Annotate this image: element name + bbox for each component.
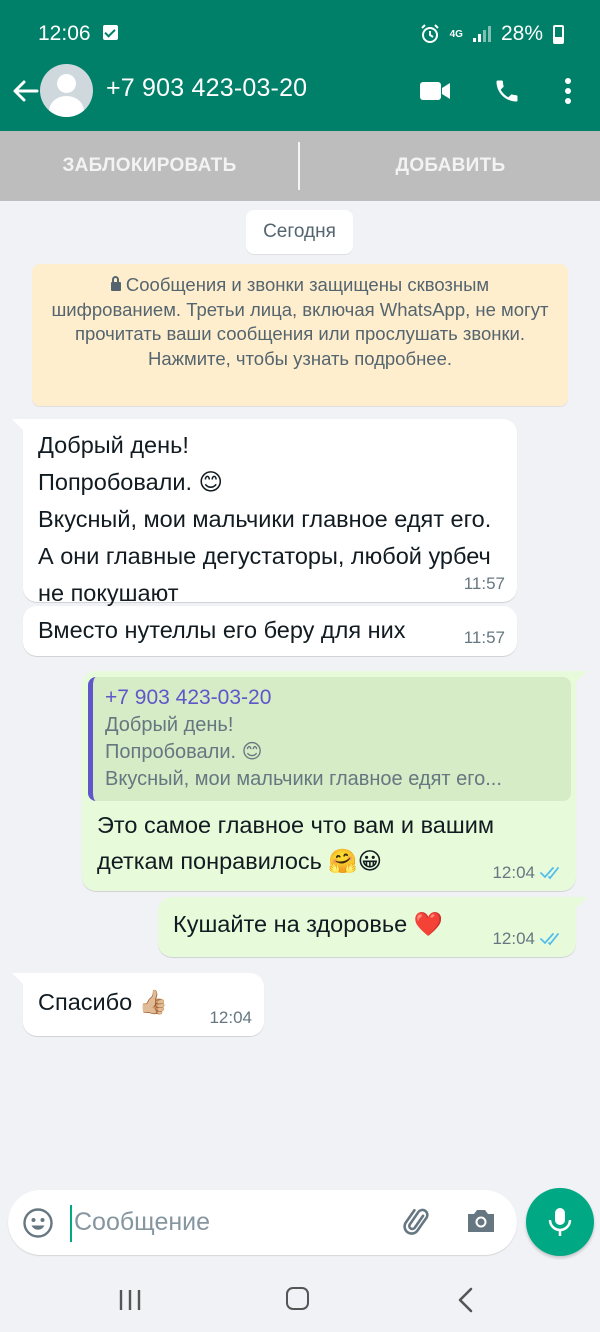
back-arrow-icon[interactable] (10, 76, 40, 106)
message-composer (8, 1190, 517, 1255)
message-time: 12:04 (209, 1008, 252, 1027)
text-cursor (70, 1205, 72, 1242)
message-text: Кушайте на здоровье ❤️ (173, 911, 443, 937)
nav-back-icon[interactable] (456, 1287, 476, 1313)
camera-icon[interactable] (465, 1206, 497, 1236)
chat-area[interactable]: Сегодня Сообщения и звонки защищены скво… (0, 201, 600, 1260)
block-button[interactable]: ЗАБЛОКИРОВАТЬ (0, 131, 299, 201)
encryption-notice-text: Сообщения и звонки защищены сквозным шиф… (51, 274, 549, 369)
add-contact-button[interactable]: ДОБАВИТЬ (301, 131, 600, 201)
recent-apps-icon[interactable] (118, 1288, 142, 1312)
quoted-message[interactable]: +7 903 423-03-20 Добрый день! Попробовал… (88, 677, 571, 801)
video-call-icon[interactable] (419, 79, 451, 103)
message-time: 11:57 (463, 628, 505, 647)
battery-icon (553, 24, 564, 44)
message-meta: 12:04 (492, 929, 564, 949)
header: 12:06 4G 28% +7 903 423-03-20 (0, 0, 600, 131)
message-incoming[interactable]: Вместо нутеллы его беру для них 11:57 (23, 606, 517, 656)
system-nav-bar (0, 1260, 600, 1332)
read-ticks-icon (540, 867, 559, 880)
message-text: Вместо нутеллы его беру для них (38, 617, 406, 643)
encryption-notice[interactable]: Сообщения и звонки защищены сквозным шиф… (32, 264, 568, 406)
message-meta: 11:57 (464, 574, 505, 594)
message-text: Добрый день! Попробовали. 😊 Вкусный, мои… (38, 432, 492, 606)
home-icon[interactable] (286, 1287, 309, 1310)
quote-author: +7 903 423-03-20 (105, 686, 272, 709)
notification-icon (103, 25, 118, 40)
avatar-icon[interactable] (40, 64, 93, 117)
contact-name[interactable]: +7 903 423-03-20 (106, 74, 307, 103)
message-meta: 12:04 (492, 863, 564, 883)
unknown-contact-actions: ЗАБЛОКИРОВАТЬ ДОБАВИТЬ (0, 131, 600, 201)
battery-percent: 28% (500, 22, 543, 45)
mic-button[interactable] (526, 1188, 594, 1256)
signal-icon (472, 26, 491, 42)
message-meta: 12:04 (209, 1008, 252, 1028)
message-input[interactable] (74, 1200, 374, 1245)
status-time: 12:06 (38, 22, 91, 45)
message-incoming[interactable]: Добрый день! Попробовали. 😊 Вкусный, мои… (12, 419, 517, 606)
divider (298, 142, 300, 190)
date-separator: Сегодня (246, 210, 353, 254)
message-text: Спасибо 👍🏼 (38, 989, 168, 1015)
message-time: 12:04 (492, 929, 535, 948)
mic-icon (548, 1208, 572, 1236)
status-bar: 12:06 4G 28% (0, 0, 600, 62)
phone-icon[interactable] (493, 77, 521, 105)
attach-icon[interactable] (400, 1205, 434, 1239)
message-incoming[interactable]: Спасибо 👍🏼 12:04 (12, 973, 264, 1036)
more-icon[interactable] (556, 76, 580, 106)
alarm-icon (420, 24, 439, 43)
message-meta: 11:57 (464, 628, 505, 648)
status-icons: 4G 28% (420, 22, 564, 46)
app-bar: +7 903 423-03-20 (0, 62, 600, 131)
message-outgoing[interactable]: Кушайте на здоровье ❤️ 12:04 (158, 897, 587, 957)
message-time: 12:04 (492, 863, 535, 882)
emoji-icon[interactable] (22, 1207, 54, 1239)
quote-text: Добрый день! Попробовали. 😊 Вкусный, мои… (105, 714, 502, 790)
read-ticks-icon (540, 933, 559, 946)
lock-icon (110, 276, 121, 291)
message-time: 11:57 (463, 574, 505, 593)
network-type: 4G (449, 28, 463, 40)
message-outgoing[interactable]: +7 903 423-03-20 Добрый день! Попробовал… (82, 671, 587, 891)
